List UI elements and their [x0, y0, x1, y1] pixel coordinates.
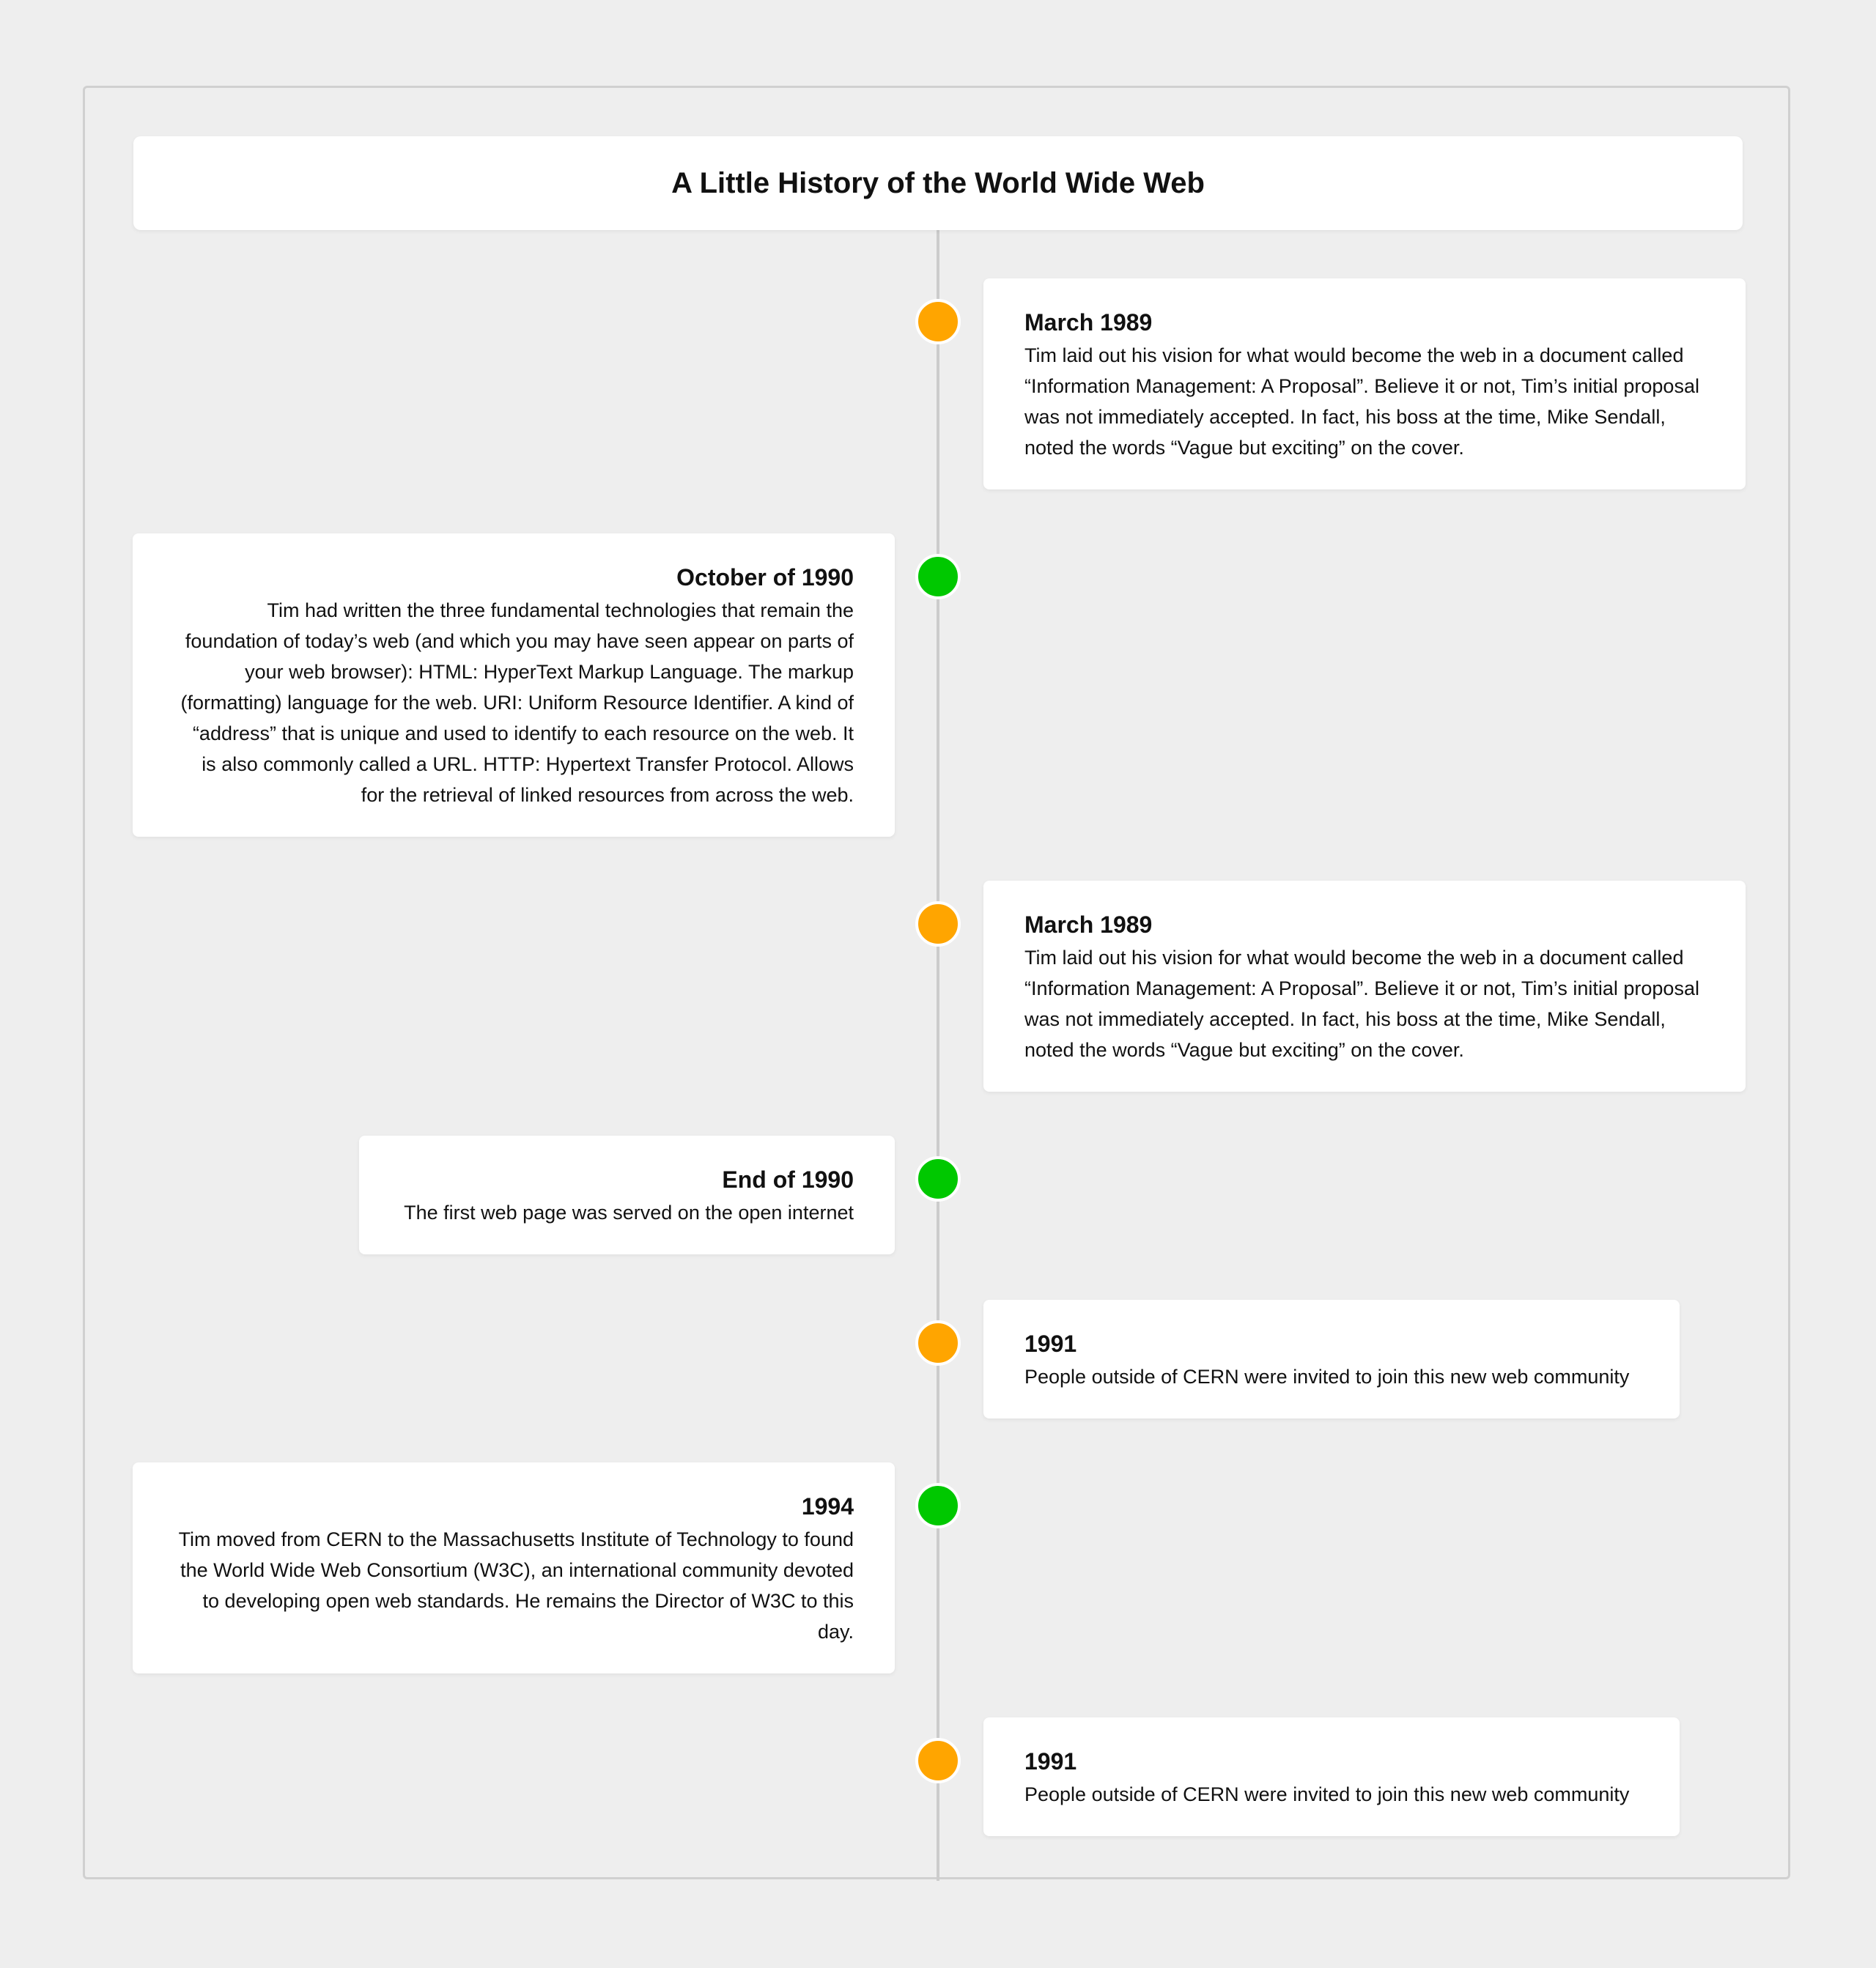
event-description: Tim had written the three fundamental te…	[180, 599, 854, 806]
timeline-card: October of 1990 Tim had written the thre…	[133, 533, 895, 837]
event-date: 1991	[1024, 1331, 1077, 1357]
timeline-dot-green	[915, 554, 961, 599]
timeline-card: March 1989 Tim laid out his vision for w…	[983, 881, 1746, 1092]
event-description: Tim laid out his vision for what would b…	[1024, 344, 1699, 459]
timeline-dot-orange	[915, 1738, 961, 1783]
timeline-card: End of 1990 The first web page was serve…	[359, 1136, 895, 1254]
timeline-dot-orange	[915, 1320, 961, 1366]
event-description: People outside of CERN were invited to j…	[1024, 1783, 1630, 1805]
event-date: End of 1990	[722, 1166, 854, 1193]
timeline-card: March 1989 Tim laid out his vision for w…	[983, 278, 1746, 489]
timeline-header: A Little History of the World Wide Web	[133, 136, 1743, 230]
event-description: The first web page was served on the ope…	[404, 1202, 854, 1224]
timeline-card: 1991 People outside of CERN were invited…	[983, 1300, 1680, 1418]
event-date: 1991	[1024, 1748, 1077, 1775]
page-title: A Little History of the World Wide Web	[671, 166, 1205, 199]
event-description: Tim laid out his vision for what would b…	[1024, 947, 1699, 1061]
timeline-dot-orange	[915, 299, 961, 344]
timeline-card: 1994 Tim moved from CERN to the Massachu…	[133, 1462, 895, 1673]
event-date: March 1989	[1024, 309, 1153, 336]
event-description: Tim moved from CERN to the Massachusetts…	[178, 1528, 854, 1643]
timeline-spine	[937, 229, 939, 1881]
event-description: People outside of CERN were invited to j…	[1024, 1366, 1630, 1388]
timeline-dot-green	[915, 1483, 961, 1528]
event-date: October of 1990	[676, 564, 854, 591]
event-date: March 1989	[1024, 911, 1153, 938]
timeline-dot-orange	[915, 901, 961, 947]
event-date: 1994	[801, 1493, 854, 1520]
timeline-dot-green	[915, 1156, 961, 1202]
timeline-card: 1991 People outside of CERN were invited…	[983, 1717, 1680, 1836]
